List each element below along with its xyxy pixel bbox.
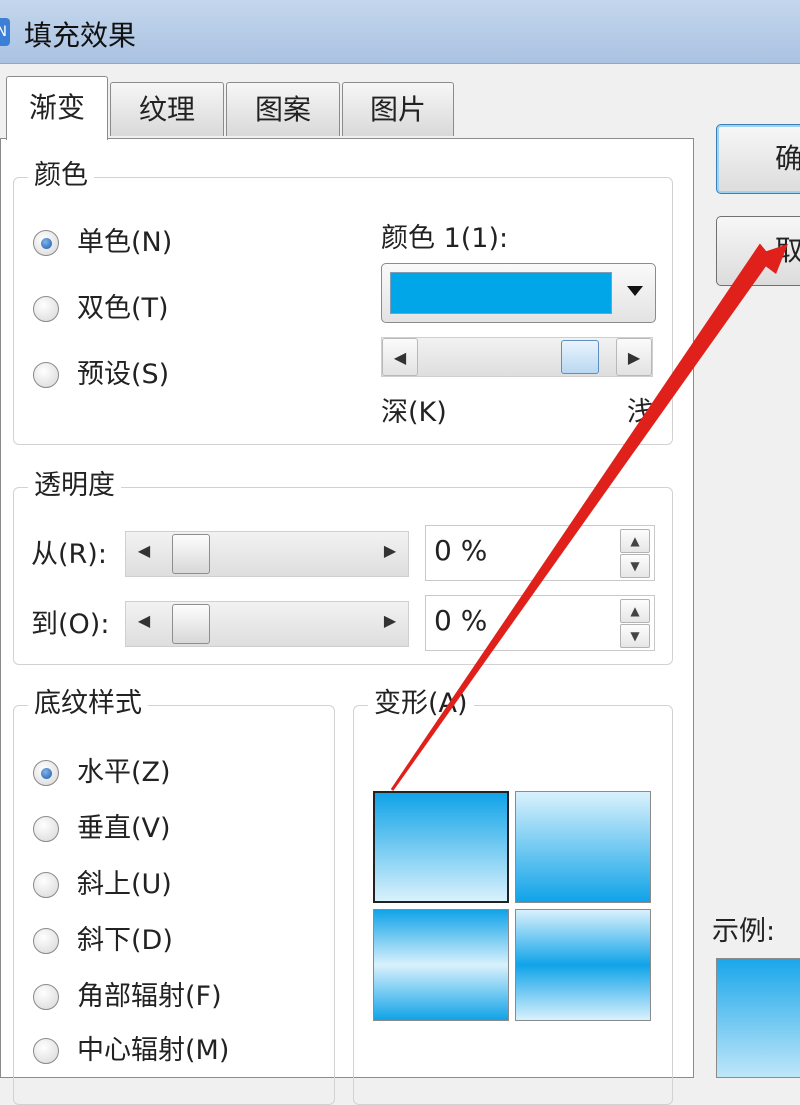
cancel-button[interactable]: 取: [716, 216, 800, 286]
radio-indicator: [33, 928, 59, 954]
variant-3[interactable]: [373, 909, 509, 1021]
to-label: 到(O):: [31, 609, 110, 640]
from-slider-thumb[interactable]: [172, 534, 210, 574]
tab-pattern[interactable]: 图案: [226, 82, 340, 136]
spin-down-icon[interactable]: ▼: [620, 624, 650, 648]
radio-diagonal-up-label: 斜上(U): [77, 869, 172, 900]
to-slider[interactable]: ◀ ▶: [125, 601, 409, 647]
radio-indicator: [33, 362, 59, 388]
to-value[interactable]: 0 %: [434, 604, 487, 637]
radio-from-corner-label: 角部辐射(F): [77, 981, 222, 1012]
variants-group: 变形(A): [353, 686, 673, 1105]
variant-1[interactable]: [373, 791, 509, 903]
variant-2[interactable]: [515, 791, 651, 903]
variant-4[interactable]: [515, 909, 651, 1021]
app-icon: N: [0, 18, 10, 46]
variants-legend: 变形(A): [368, 686, 474, 722]
radio-indicator: [33, 984, 59, 1010]
shade-slider-thumb[interactable]: [560, 340, 599, 374]
from-label: 从(R):: [31, 539, 107, 570]
color1-dropdown[interactable]: [381, 263, 656, 323]
radio-one-color-label: 单色(N): [77, 227, 173, 258]
radio-from-center-label: 中心辐射(M): [77, 1035, 230, 1066]
spin-up-icon[interactable]: ▲: [620, 599, 650, 623]
slider-right-arrow-icon[interactable]: ▶: [372, 532, 408, 576]
to-slider-thumb[interactable]: [172, 604, 210, 644]
shading-styles-legend: 底纹样式: [28, 686, 148, 722]
transparency-legend: 透明度: [28, 468, 121, 504]
chevron-down-icon[interactable]: [627, 286, 643, 296]
color1-swatch: [390, 272, 612, 314]
from-slider[interactable]: ◀ ▶: [125, 531, 409, 577]
slider-left-arrow-icon[interactable]: ◀: [126, 602, 162, 646]
ok-button[interactable]: 确: [716, 124, 800, 194]
radio-indicator: [33, 760, 59, 786]
shade-dark-label: 深(K): [381, 397, 447, 428]
radio-indicator: [33, 872, 59, 898]
shade-slider[interactable]: ◀ ▶: [381, 337, 653, 377]
spin-up-icon[interactable]: ▲: [620, 529, 650, 553]
sample-label: 示例:: [712, 916, 776, 947]
window-title: 填充效果: [24, 19, 137, 52]
tab-picture[interactable]: 图片: [342, 82, 454, 136]
sample-preview: [716, 958, 800, 1078]
tab-texture[interactable]: 纹理: [110, 82, 224, 136]
to-spinner[interactable]: 0 % ▲ ▼: [425, 595, 655, 651]
radio-two-colors-label: 双色(T): [77, 293, 169, 324]
radio-indicator: [33, 816, 59, 842]
radio-diagonal-down-label: 斜下(D): [77, 925, 173, 956]
radio-vertical-label: 垂直(V): [77, 813, 171, 844]
from-spinner[interactable]: 0 % ▲ ▼: [425, 525, 655, 581]
slider-right-arrow-icon[interactable]: ▶: [372, 602, 408, 646]
radio-indicator: [33, 1038, 59, 1064]
shade-light-label: 浅: [627, 397, 654, 428]
radio-indicator: [33, 230, 59, 256]
slider-left-arrow-icon[interactable]: ◀: [126, 532, 162, 576]
slider-right-arrow-icon[interactable]: ▶: [616, 338, 652, 376]
tab-panel: 颜色 单色(N) 双色(T) 预设(S) 颜色 1(1): ◀ ▶ 深(K) 浅…: [0, 138, 694, 1105]
spin-down-icon[interactable]: ▼: [620, 554, 650, 578]
title-bar: N 填充效果: [0, 0, 800, 64]
color1-label: 颜色 1(1):: [381, 223, 509, 254]
radio-preset-label: 预设(S): [77, 359, 170, 390]
slider-left-arrow-icon[interactable]: ◀: [382, 338, 418, 376]
from-value[interactable]: 0 %: [434, 534, 487, 567]
tab-gradient[interactable]: 渐变: [6, 76, 108, 140]
color-group-legend: 颜色: [28, 158, 94, 194]
radio-indicator: [33, 296, 59, 322]
radio-horizontal-label: 水平(Z): [77, 757, 171, 788]
